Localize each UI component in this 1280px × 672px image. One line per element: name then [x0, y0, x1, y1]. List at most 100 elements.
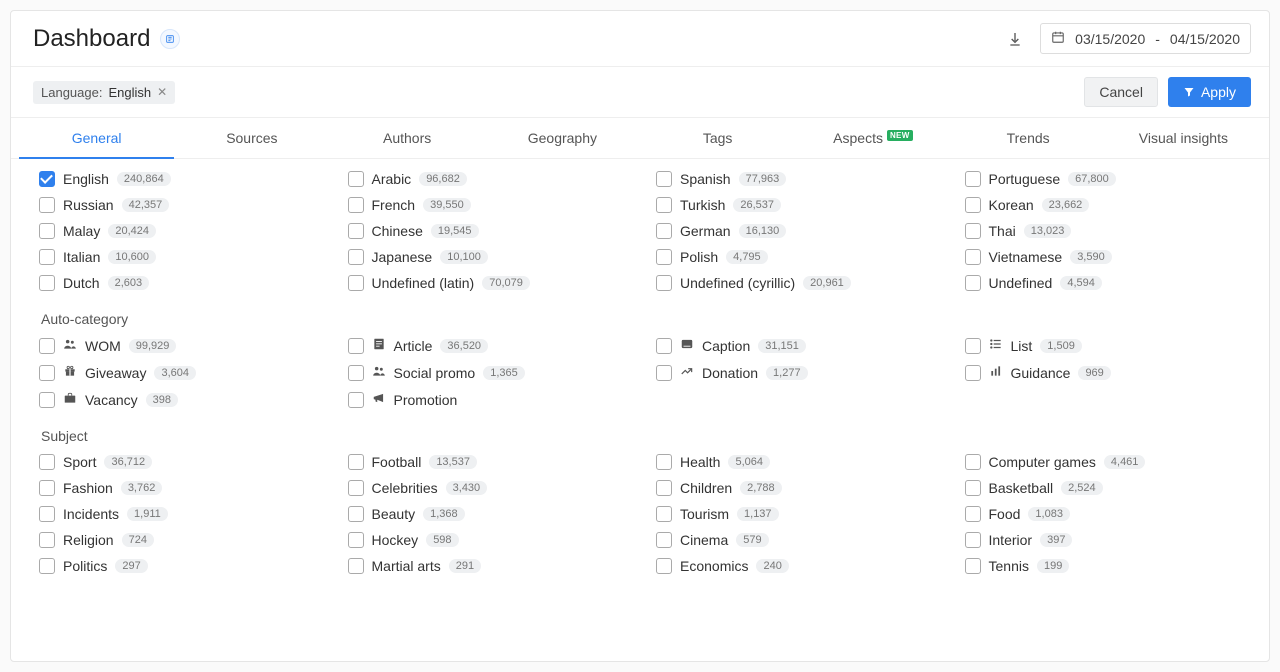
checkbox[interactable]: [965, 338, 981, 354]
filter-item[interactable]: Incidents1,911: [39, 506, 328, 522]
checkbox[interactable]: [348, 197, 364, 213]
filter-item[interactable]: Donation1,277: [656, 364, 945, 381]
checkbox[interactable]: [965, 558, 981, 574]
filter-item[interactable]: Social promo1,365: [348, 364, 637, 381]
checkbox[interactable]: [348, 454, 364, 470]
checkbox[interactable]: [656, 338, 672, 354]
title-badge-icon[interactable]: [160, 29, 180, 49]
filter-item[interactable]: Interior397: [965, 532, 1254, 548]
checkbox[interactable]: [656, 506, 672, 522]
checkbox[interactable]: [39, 480, 55, 496]
filter-item[interactable]: Celebrities3,430: [348, 480, 637, 496]
checkbox[interactable]: [348, 532, 364, 548]
checkbox[interactable]: [39, 249, 55, 265]
filter-item[interactable]: Beauty1,368: [348, 506, 637, 522]
checkbox[interactable]: [965, 480, 981, 496]
filter-item[interactable]: French39,550: [348, 197, 637, 213]
tab-general[interactable]: General: [19, 118, 174, 158]
checkbox[interactable]: [965, 249, 981, 265]
checkbox[interactable]: [656, 171, 672, 187]
filter-item[interactable]: Vietnamese3,590: [965, 249, 1254, 265]
filter-item[interactable]: Sport36,712: [39, 454, 328, 470]
checkbox[interactable]: [39, 392, 55, 408]
checkbox[interactable]: [656, 365, 672, 381]
checkbox[interactable]: [39, 454, 55, 470]
filter-item[interactable]: Caption31,151: [656, 337, 945, 354]
checkbox[interactable]: [656, 480, 672, 496]
tab-tags[interactable]: Tags: [640, 118, 795, 158]
filter-item[interactable]: English240,864: [39, 171, 328, 187]
date-range-picker[interactable]: 03/15/2020 - 04/15/2020: [1040, 23, 1251, 54]
checkbox[interactable]: [656, 197, 672, 213]
tab-visual-insights[interactable]: Visual insights: [1106, 118, 1261, 158]
filter-item[interactable]: Spanish77,963: [656, 171, 945, 187]
filter-item[interactable]: Health5,064: [656, 454, 945, 470]
checkbox[interactable]: [348, 249, 364, 265]
apply-button[interactable]: Apply: [1168, 77, 1251, 107]
filter-item[interactable]: Undefined4,594: [965, 275, 1254, 291]
tab-geography[interactable]: Geography: [485, 118, 640, 158]
filter-item[interactable]: Children2,788: [656, 480, 945, 496]
checkbox[interactable]: [348, 506, 364, 522]
checkbox[interactable]: [348, 223, 364, 239]
filter-item[interactable]: Guidance969: [965, 364, 1254, 381]
cancel-button[interactable]: Cancel: [1084, 77, 1158, 107]
checkbox[interactable]: [39, 171, 55, 187]
tab-trends[interactable]: Trends: [951, 118, 1106, 158]
checkbox[interactable]: [39, 223, 55, 239]
checkbox[interactable]: [348, 392, 364, 408]
filter-item[interactable]: Tourism1,137: [656, 506, 945, 522]
checkbox[interactable]: [39, 197, 55, 213]
checkbox[interactable]: [348, 171, 364, 187]
filter-item[interactable]: Turkish26,537: [656, 197, 945, 213]
filter-item[interactable]: Malay20,424: [39, 223, 328, 239]
filter-item[interactable]: Japanese10,100: [348, 249, 637, 265]
filter-item[interactable]: Chinese19,545: [348, 223, 637, 239]
filter-item[interactable]: Food1,083: [965, 506, 1254, 522]
checkbox[interactable]: [348, 275, 364, 291]
checkbox[interactable]: [965, 223, 981, 239]
checkbox[interactable]: [39, 532, 55, 548]
checkbox[interactable]: [656, 275, 672, 291]
checkbox[interactable]: [965, 454, 981, 470]
filter-item[interactable]: Undefined (latin)70,079: [348, 275, 637, 291]
filter-item[interactable]: Religion724: [39, 532, 328, 548]
filter-item[interactable]: Polish4,795: [656, 249, 945, 265]
checkbox[interactable]: [656, 249, 672, 265]
download-icon[interactable]: [1004, 28, 1026, 50]
filter-item[interactable]: Cinema579: [656, 532, 945, 548]
filter-item[interactable]: Fashion3,762: [39, 480, 328, 496]
filter-item[interactable]: Arabic96,682: [348, 171, 637, 187]
filter-item[interactable]: Politics297: [39, 558, 328, 574]
checkbox[interactable]: [39, 506, 55, 522]
checkbox[interactable]: [39, 558, 55, 574]
filter-item[interactable]: Dutch2,603: [39, 275, 328, 291]
checkbox[interactable]: [965, 197, 981, 213]
filter-chip-language[interactable]: Language: English ✕: [33, 81, 175, 104]
filter-item[interactable]: Article36,520: [348, 337, 637, 354]
filter-item[interactable]: Computer games4,461: [965, 454, 1254, 470]
checkbox[interactable]: [965, 171, 981, 187]
filter-item[interactable]: Hockey598: [348, 532, 637, 548]
checkbox[interactable]: [348, 558, 364, 574]
filter-item[interactable]: Korean23,662: [965, 197, 1254, 213]
checkbox[interactable]: [39, 338, 55, 354]
checkbox[interactable]: [965, 532, 981, 548]
checkbox[interactable]: [656, 223, 672, 239]
filter-item[interactable]: Giveaway3,604: [39, 364, 328, 381]
checkbox[interactable]: [965, 275, 981, 291]
filter-item[interactable]: Basketball2,524: [965, 480, 1254, 496]
checkbox[interactable]: [656, 532, 672, 548]
filter-item[interactable]: Football13,537: [348, 454, 637, 470]
filter-item[interactable]: Economics240: [656, 558, 945, 574]
filter-item[interactable]: Thai13,023: [965, 223, 1254, 239]
filter-item[interactable]: Vacancy398: [39, 391, 328, 408]
checkbox[interactable]: [656, 558, 672, 574]
filter-item[interactable]: Tennis199: [965, 558, 1254, 574]
tab-aspects[interactable]: AspectsNEW: [795, 118, 950, 158]
chip-remove-icon[interactable]: ✕: [157, 85, 167, 99]
filter-item[interactable]: German16,130: [656, 223, 945, 239]
checkbox[interactable]: [965, 506, 981, 522]
checkbox[interactable]: [348, 480, 364, 496]
filter-item[interactable]: Portuguese67,800: [965, 171, 1254, 187]
